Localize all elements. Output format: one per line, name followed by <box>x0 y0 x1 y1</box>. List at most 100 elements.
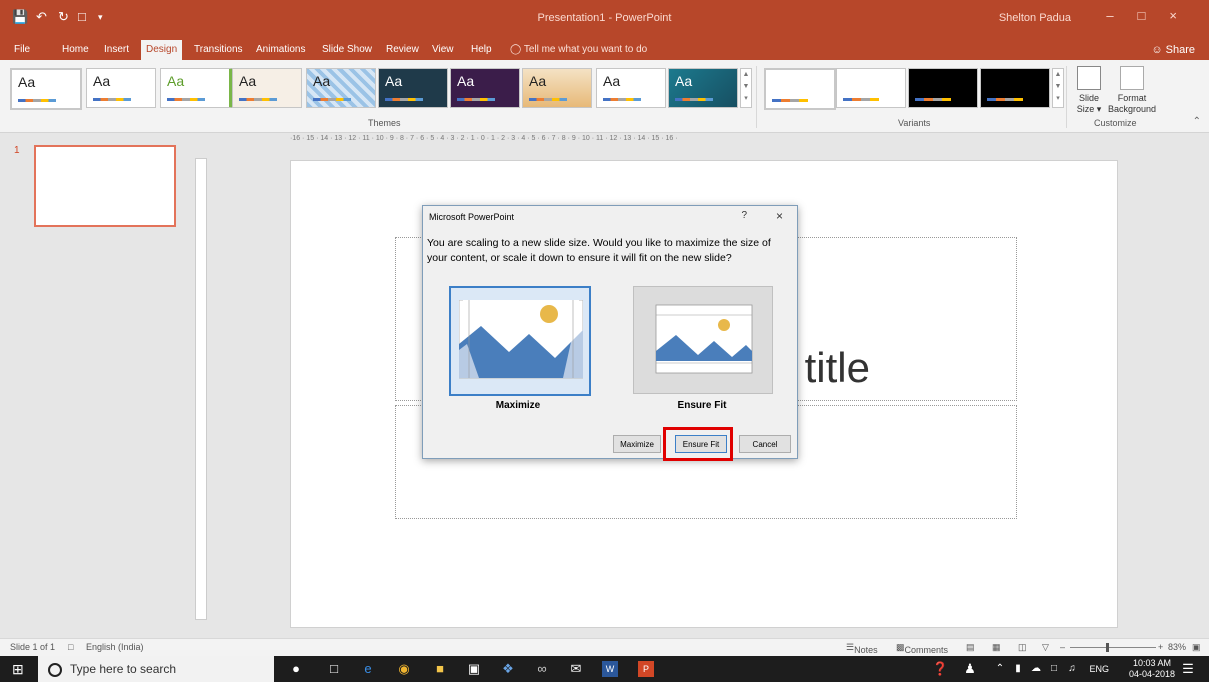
format-background-button[interactable]: Format Background <box>1108 66 1156 115</box>
tab-home[interactable]: Home <box>62 40 89 60</box>
theme-thumb-7[interactable]: Aa <box>450 68 520 108</box>
horizontal-ruler: ·16 · 15 · 14 · 13 · 12 · 11 · 10 · 9 · … <box>290 135 678 142</box>
slide-thumbnail-number: 1 <box>14 145 20 156</box>
vertical-ruler <box>195 158 207 620</box>
tray-overflow-icon[interactable]: ⌃ <box>992 661 1008 677</box>
title-placeholder-text: title <box>804 344 870 391</box>
tray-clock[interactable]: 10:03 AM 04-04-2018 <box>1129 658 1175 680</box>
slide-count: Slide 1 of 1 <box>10 642 56 652</box>
share-button[interactable]: ☺ Share <box>1151 40 1195 60</box>
volume-icon[interactable]: ♫ <box>1064 661 1080 677</box>
dropbox-icon[interactable]: ❖ <box>500 661 516 677</box>
ensure-fit-option-label: Ensure Fit <box>677 400 727 411</box>
cortana-icon <box>48 663 62 677</box>
themes-group-label: Themes <box>368 118 401 128</box>
maximize-illustration-icon <box>459 300 583 379</box>
store-icon[interactable]: ▣ <box>466 661 482 677</box>
dialog-message: You are scaling to a new slide size. Wou… <box>427 237 771 264</box>
maximize-option[interactable] <box>449 286 591 396</box>
taskbar-search[interactable]: Type here to search <box>38 656 274 682</box>
variant-thumb-3[interactable] <box>908 68 978 108</box>
ensure-fit-option[interactable] <box>633 286 773 394</box>
status-bar: Slide 1 of 1 □ English (India) ☰ Notes ▩… <box>0 638 1209 657</box>
theme-thumb-10[interactable]: Aa <box>668 68 738 108</box>
slide-sorter-icon[interactable]: ▦ <box>992 642 1001 653</box>
variants-gallery-scroll[interactable]: ▲ ▼ ▾ <box>1052 68 1064 108</box>
ensure-fit-illustration-icon <box>655 304 753 374</box>
clock-time: 10:03 AM <box>1132 658 1171 668</box>
user-name[interactable]: Shelton Padua <box>999 12 1071 24</box>
slide-size-button[interactable]: Slide Size ▾ <box>1070 66 1108 115</box>
comments-button[interactable]: ▩ Comments <box>896 642 948 655</box>
theme-thumb-office[interactable]: Aa <box>10 68 82 110</box>
onedrive-icon[interactable]: ☁ <box>1028 661 1044 677</box>
theme-thumb-3[interactable]: Aa <box>160 68 237 108</box>
maximize-icon[interactable]: □ <box>1138 8 1170 23</box>
file-explorer-icon[interactable]: ■ <box>432 661 448 677</box>
tab-transitions[interactable]: Transitions <box>194 40 243 60</box>
network-icon[interactable]: □ <box>1046 661 1062 677</box>
tab-insert[interactable]: Insert <box>104 40 129 60</box>
input-language[interactable]: ENG <box>1089 664 1109 674</box>
title-bar: 💾 ↶ ↻ □ ▾ Presentation1 - PowerPoint She… <box>0 0 1209 40</box>
task-view-icon[interactable]: □ <box>326 661 342 677</box>
customize-group-label: Customize <box>1094 118 1137 128</box>
theme-thumb-4[interactable]: Aa <box>232 68 302 108</box>
mail-icon[interactable]: ✉ <box>568 661 584 677</box>
tell-me-box[interactable]: ◯ Tell me what you want to do <box>510 40 647 60</box>
ribbon: Aa Aa Aa Aa Aa Aa Aa Aa Aa Aa ▲ ▼ ▾ Themes… <box>0 60 1209 133</box>
maximize-option-label: Maximize <box>495 400 541 411</box>
cancel-button[interactable]: Cancel <box>739 435 791 453</box>
spell-check-icon[interactable]: □ <box>68 642 73 652</box>
theme-thumb-8[interactable]: Aa <box>522 68 592 108</box>
tab-file[interactable]: File <box>14 40 30 60</box>
tab-review[interactable]: Review <box>386 40 419 60</box>
variant-thumb-2[interactable] <box>836 68 906 108</box>
zoom-slider-thumb[interactable] <box>1106 643 1109 652</box>
tab-design[interactable]: Design <box>141 40 183 60</box>
zoom-level[interactable]: 83% <box>1168 642 1186 652</box>
powerpoint-icon[interactable]: P <box>638 661 654 677</box>
edge-icon[interactable]: e <box>360 661 376 677</box>
zoom-slider-track[interactable] <box>1070 647 1156 648</box>
themes-gallery-scroll[interactable]: ▲ ▼ ▾ <box>740 68 752 108</box>
maximize-button[interactable]: Maximize <box>613 435 661 453</box>
lightbulb-icon: ◯ <box>510 44 522 55</box>
slideshow-view-icon[interactable]: ▽ <box>1042 642 1049 653</box>
close-icon[interactable]: × <box>776 209 783 223</box>
collapse-ribbon-icon[interactable]: ⌃ <box>1193 116 1201 127</box>
battery-icon[interactable]: ▮ <box>1010 661 1026 677</box>
tab-animations[interactable]: Animations <box>256 40 305 60</box>
tab-slide-show[interactable]: Slide Show <box>322 40 372 60</box>
zoom-in-icon[interactable]: + <box>1158 642 1163 652</box>
normal-view-icon[interactable]: ▤ <box>966 642 975 653</box>
ensure-fit-highlight <box>663 427 733 461</box>
language-indicator[interactable]: English (India) <box>86 642 144 652</box>
help-tray-icon[interactable]: ❓ <box>932 661 948 677</box>
theme-thumb-5[interactable]: Aa <box>306 68 376 108</box>
theme-thumb-2[interactable]: Aa <box>86 68 156 108</box>
notes-button[interactable]: ☰ Notes <box>846 642 878 655</box>
help-icon[interactable]: ? <box>741 210 747 221</box>
theme-thumb-6[interactable]: Aa <box>378 68 448 108</box>
minimize-icon[interactable]: – <box>1106 8 1137 23</box>
variant-thumb-1[interactable] <box>764 68 836 110</box>
zoom-out-icon[interactable]: – <box>1060 642 1065 652</box>
tab-help[interactable]: Help <box>471 40 492 60</box>
windows-start-icon[interactable]: ⊞ <box>12 662 26 676</box>
word-icon[interactable]: W <box>602 661 618 677</box>
infinity-app-icon[interactable]: ∞ <box>534 661 550 677</box>
theme-thumb-9[interactable]: Aa <box>596 68 666 108</box>
fit-to-window-icon[interactable]: ▣ <box>1192 642 1201 653</box>
action-center-icon[interactable]: ☰ <box>1180 661 1196 677</box>
close-window-icon[interactable]: × <box>1169 8 1201 23</box>
people-icon[interactable]: ♟ <box>962 661 978 677</box>
reading-view-icon[interactable]: ◫ <box>1018 642 1027 653</box>
windows-taskbar: ⊞ Type here to search ● □ e ◉ ■ ▣ ❖ ∞ ✉ … <box>0 656 1209 682</box>
clock-date: 04-04-2018 <box>1128 669 1175 679</box>
microphone-icon[interactable]: ● <box>288 661 304 677</box>
chrome-icon[interactable]: ◉ <box>396 661 412 677</box>
tab-view[interactable]: View <box>432 40 454 60</box>
slide-thumbnail[interactable] <box>34 145 176 227</box>
variant-thumb-4[interactable] <box>980 68 1050 108</box>
